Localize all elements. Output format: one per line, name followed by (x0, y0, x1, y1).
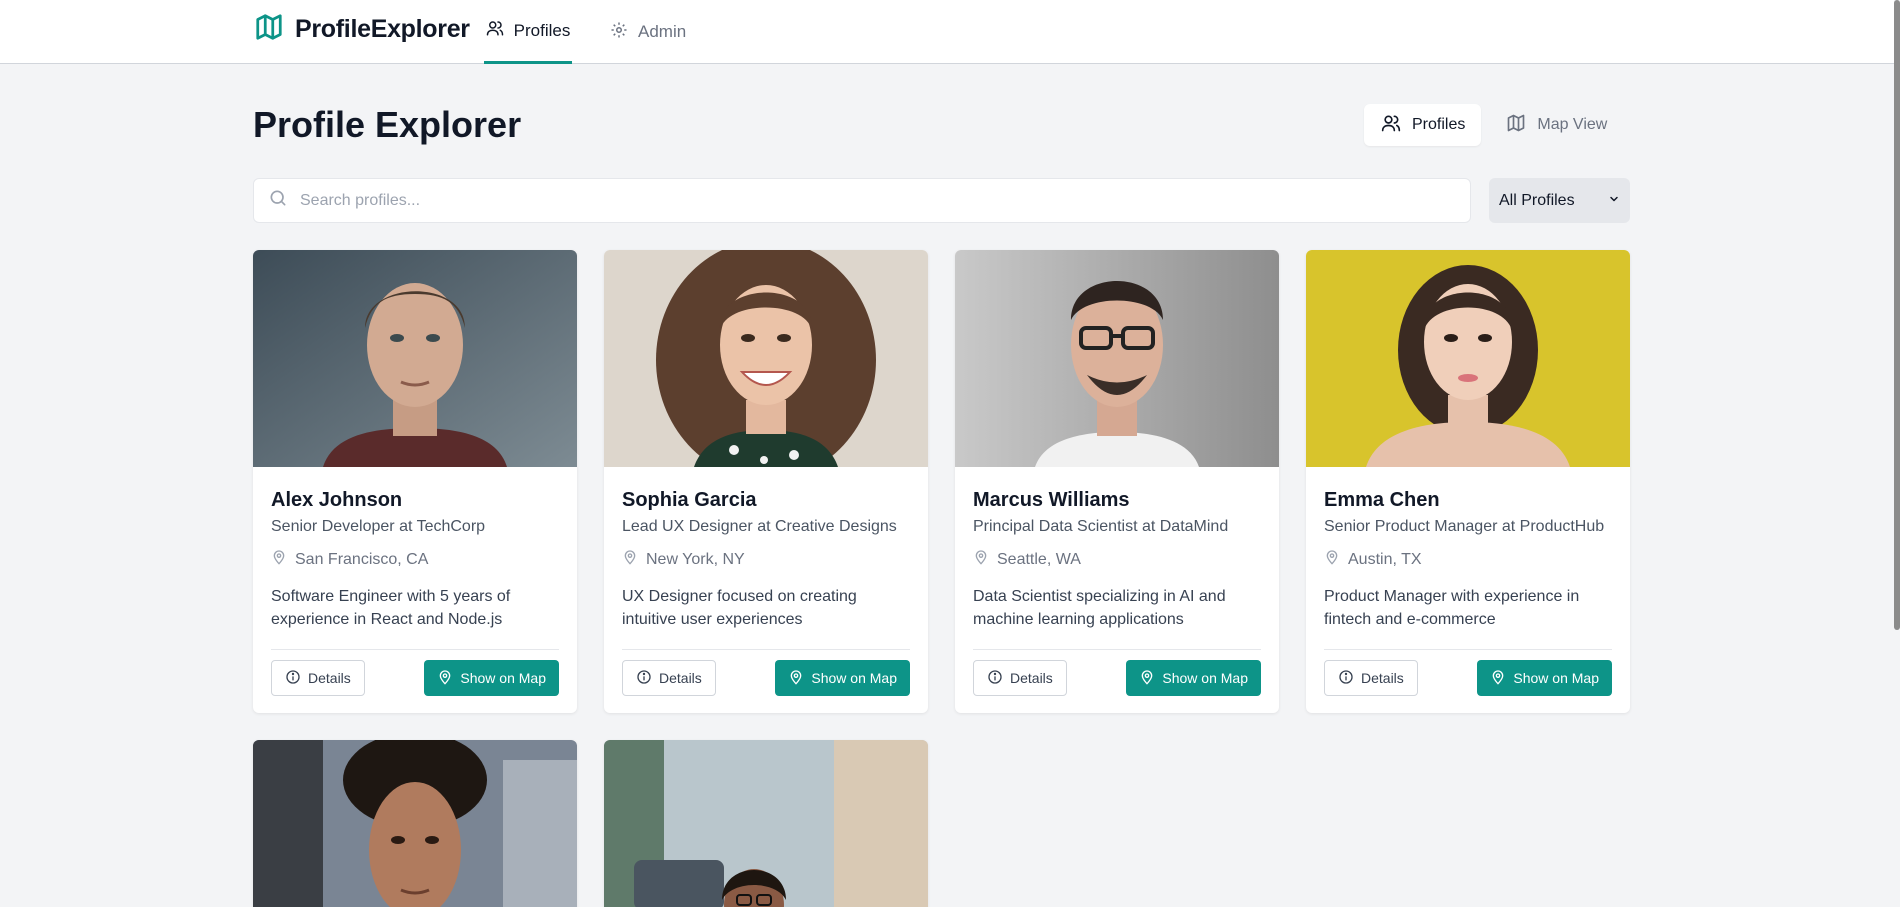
search-bar (253, 178, 1471, 223)
info-icon (636, 669, 652, 688)
profile-photo (604, 740, 928, 907)
map-pin-icon (1490, 669, 1506, 688)
view-toggle: Profiles Map View (1364, 104, 1623, 146)
profile-photo (955, 250, 1279, 467)
show-on-map-label: Show on Map (1513, 670, 1599, 686)
show-on-map-button[interactable]: Show on Map (424, 660, 559, 696)
profile-name: Alex Johnson (271, 489, 403, 511)
map-icon (1505, 113, 1527, 138)
show-on-map-label: Show on Map (811, 670, 897, 686)
show-on-map-button[interactable]: Show on Map (1126, 660, 1261, 696)
details-button[interactable]: Details (1324, 660, 1418, 696)
search-input[interactable] (300, 191, 1400, 210)
map-pin-icon (1139, 669, 1155, 688)
info-icon (285, 669, 301, 688)
page-scrollbar[interactable] (1894, 0, 1900, 907)
details-label: Details (659, 670, 702, 686)
details-button[interactable]: Details (271, 660, 365, 696)
show-on-map-label: Show on Map (460, 670, 546, 686)
profile-location-text: San Francisco, CA (295, 550, 429, 568)
profile-bio: Data Scientist specializing in AI and ma… (973, 588, 1226, 628)
info-icon (1338, 669, 1354, 688)
gear-icon (610, 21, 628, 44)
profile-card: Alex Johnson Senior Developer at TechCor… (253, 250, 577, 713)
page-title: Profile Explorer (253, 104, 522, 145)
nav-tab-admin[interactable]: Admin (610, 0, 686, 64)
profile-name: Emma Chen (1324, 489, 1440, 511)
profile-title: Principal Data Scientist at DataMind (973, 518, 1229, 535)
profile-bio: Software Engineer with 5 years of experi… (271, 588, 511, 628)
show-on-map-label: Show on Map (1162, 670, 1248, 686)
view-profiles-button[interactable]: Profiles (1364, 104, 1482, 146)
profile-title: Senior Product Manager at ProductHub (1324, 518, 1605, 535)
map-pin-icon (437, 669, 453, 688)
map-pin-icon (622, 548, 638, 571)
nav-tab-label: Admin (638, 22, 687, 41)
details-button[interactable]: Details (622, 660, 716, 696)
profile-filter-select[interactable]: All Profiles (1489, 178, 1630, 223)
profile-location-text: Seattle, WA (997, 550, 1081, 568)
brand[interactable]: ProfileExplorer (253, 12, 470, 46)
profile-title: Senior Developer at TechCorp (271, 518, 486, 535)
users-icon (486, 19, 504, 42)
profile-location: Austin, TX (1324, 548, 1612, 571)
map-pin-icon (973, 548, 989, 571)
view-profiles-label: Profiles (1412, 116, 1466, 133)
profile-location-text: Austin, TX (1348, 550, 1422, 568)
profile-title: Lead UX Designer at Creative Designs (622, 518, 897, 535)
map-pin-icon (1324, 548, 1340, 571)
top-navbar: ProfileExplorer Profiles Admin (0, 0, 1894, 64)
profile-bio: UX Designer focused on creating intuitiv… (622, 588, 857, 628)
profile-location: San Francisco, CA (271, 548, 559, 571)
profile-name: Marcus Williams (973, 489, 1130, 511)
details-button[interactable]: Details (973, 660, 1067, 696)
show-on-map-button[interactable]: Show on Map (1477, 660, 1612, 696)
search-icon (268, 188, 288, 213)
view-map-label: Map View (1537, 116, 1608, 133)
profile-bio: Product Manager with experience in finte… (1324, 588, 1580, 628)
nav-tab-label: Profiles (513, 20, 571, 40)
scrollbar-thumb[interactable] (1894, 0, 1900, 630)
profile-card (253, 740, 577, 907)
profile-card: Emma Chen Senior Product Manager at Prod… (1306, 250, 1630, 713)
profile-card: Marcus Williams Principal Data Scientist… (955, 250, 1279, 713)
map-logo-icon (253, 12, 285, 47)
chevron-down-icon (1608, 192, 1620, 210)
profile-location: New York, NY (622, 548, 910, 571)
map-pin-icon (271, 548, 287, 571)
profile-location: Seattle, WA (973, 548, 1261, 571)
view-map-button[interactable]: Map View (1489, 104, 1623, 146)
profile-photo (253, 250, 577, 467)
profile-photo (604, 250, 928, 467)
filter-selected-value: All Profiles (1499, 191, 1575, 209)
profile-location-text: New York, NY (646, 550, 745, 568)
users-icon (1380, 113, 1402, 138)
profile-photo (1306, 250, 1630, 467)
details-label: Details (1361, 670, 1404, 686)
show-on-map-button[interactable]: Show on Map (775, 660, 910, 696)
map-pin-icon (788, 669, 804, 688)
details-label: Details (308, 670, 351, 686)
profile-card (604, 740, 928, 907)
profile-photo (253, 740, 577, 907)
nav-tab-profiles[interactable]: Profiles (484, 0, 572, 64)
info-icon (987, 669, 1003, 688)
profile-name: Sophia Garcia (622, 489, 757, 511)
profile-card: Sophia Garcia Lead UX Designer at Creati… (604, 250, 928, 713)
brand-name: ProfileExplorer (295, 14, 470, 43)
details-label: Details (1010, 670, 1053, 686)
